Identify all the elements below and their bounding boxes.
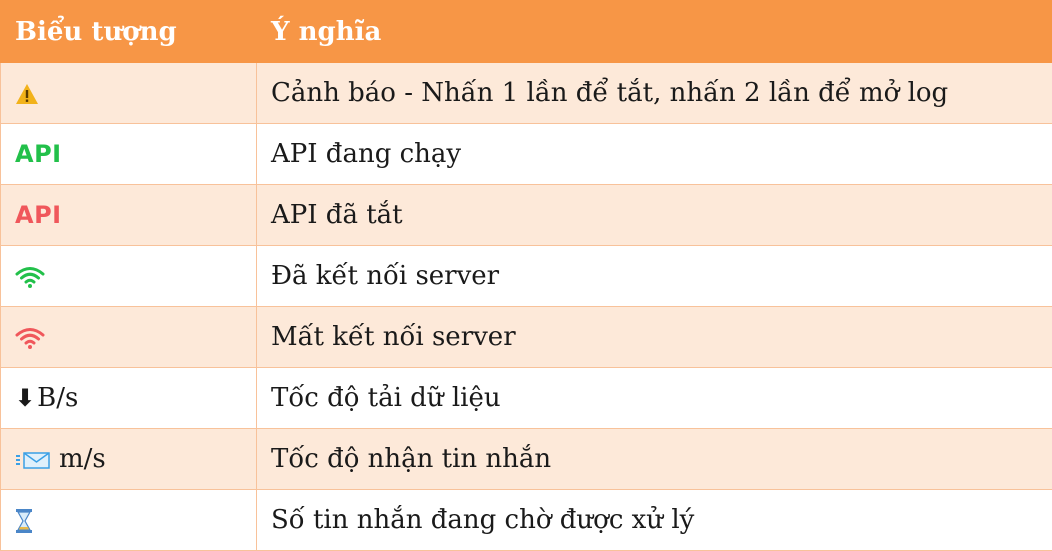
api-stopped-icon: API <box>15 201 62 229</box>
mail-unit-label: m/s <box>59 444 106 474</box>
table-row: Đã kết nối server <box>1 246 1052 307</box>
icon-cell <box>1 307 257 368</box>
table-row: API API đã tắt <box>1 185 1052 246</box>
meaning-cell: Tốc độ tải dữ liệu <box>257 368 1052 429</box>
table-row: Mất kết nối server <box>1 307 1052 368</box>
meaning-cell: Số tin nhắn đang chờ được xử lý <box>257 490 1052 551</box>
meaning-cell: Đã kết nối server <box>257 246 1052 307</box>
table-header-row: Biểu tượng Ý nghĩa <box>1 1 1052 63</box>
icon-cell <box>1 63 257 124</box>
api-running-icon: API <box>15 140 62 168</box>
icon-cell: ⬇B/s <box>1 368 257 429</box>
icon-cell: m/s <box>1 429 257 490</box>
header-icon-column: Biểu tượng <box>1 1 257 63</box>
header-meaning-column: Ý nghĩa <box>257 1 1052 63</box>
mail-icon <box>15 450 51 470</box>
icon-cell: API <box>1 185 257 246</box>
table-row: m/s Tốc độ nhận tin nhắn <box>1 429 1052 490</box>
table-row: Cảnh báo - Nhấn 1 lần để tắt, nhấn 2 lần… <box>1 63 1052 124</box>
meaning-cell: Mất kết nối server <box>257 307 1052 368</box>
icon-cell <box>1 246 257 307</box>
meaning-cell: API đang chạy <box>257 124 1052 185</box>
meaning-cell: Cảnh báo - Nhấn 1 lần để tắt, nhấn 2 lần… <box>257 63 1052 124</box>
warning-icon <box>15 83 39 105</box>
table-row: ⬇B/s Tốc độ tải dữ liệu <box>1 368 1052 429</box>
table-row: API API đang chạy <box>1 124 1052 185</box>
icon-cell <box>1 490 257 551</box>
icon-cell: API <box>1 124 257 185</box>
meaning-cell: Tốc độ nhận tin nhắn <box>257 429 1052 490</box>
hourglass-icon <box>15 508 33 534</box>
wifi-connected-icon <box>15 265 45 289</box>
meaning-cell: API đã tắt <box>257 185 1052 246</box>
table-row: Số tin nhắn đang chờ được xử lý <box>1 490 1052 551</box>
download-arrow-icon: ⬇ <box>15 384 35 412</box>
wifi-disconnected-icon <box>15 326 45 350</box>
download-unit-label: B/s <box>37 383 78 413</box>
icon-legend-table: Biểu tượng Ý nghĩa Cảnh báo - Nhấn 1 lần… <box>0 0 1052 551</box>
